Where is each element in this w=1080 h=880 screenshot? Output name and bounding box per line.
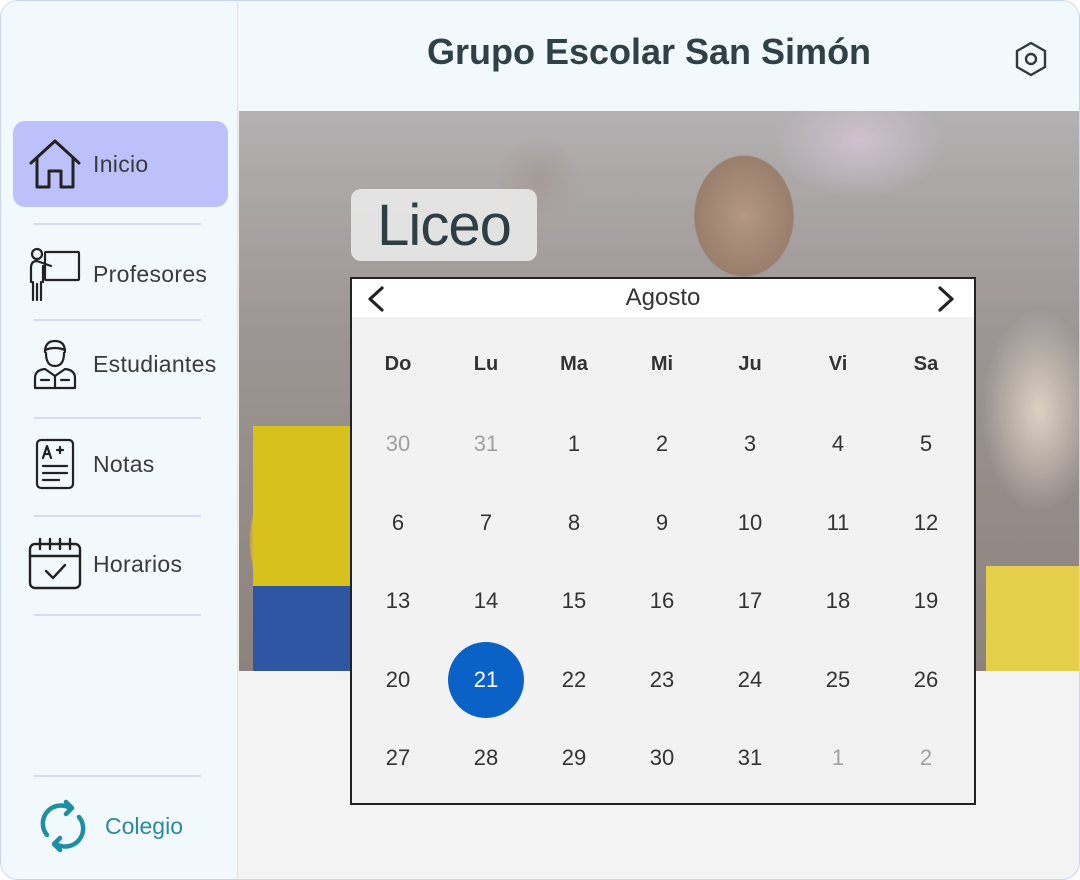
chevron-right-icon bbox=[938, 286, 954, 312]
sidebar-item-estudiantes[interactable]: Estudiantes bbox=[13, 321, 228, 407]
flag-decoration bbox=[253, 586, 353, 671]
calendar-day[interactable]: 31 bbox=[448, 406, 524, 482]
calendar-day[interactable]: 15 bbox=[536, 563, 612, 639]
settings-hexagon-icon bbox=[1015, 41, 1047, 77]
divider bbox=[34, 614, 201, 616]
calendar-day[interactable]: 13 bbox=[360, 563, 436, 639]
sidebar-item-label: Horarios bbox=[93, 550, 183, 577]
calendar-day[interactable]: 22 bbox=[536, 642, 612, 718]
weekday-label: Ju bbox=[738, 353, 762, 375]
calendar-day[interactable]: 3 bbox=[712, 406, 788, 482]
settings-button[interactable] bbox=[1011, 39, 1051, 79]
calendar-day[interactable]: 9 bbox=[624, 485, 700, 561]
calendar-day[interactable]: 10 bbox=[712, 485, 788, 561]
calendar-day[interactable]: 16 bbox=[624, 563, 700, 639]
next-month-button[interactable] bbox=[928, 281, 964, 317]
divider bbox=[34, 515, 201, 517]
calendar-day[interactable]: 14 bbox=[448, 563, 524, 639]
switch-colegio-button[interactable]: Colegio bbox=[31, 791, 221, 861]
sidebar-item-inicio[interactable]: Inicio bbox=[13, 121, 228, 207]
calendar-day[interactable]: 28 bbox=[448, 720, 524, 796]
app-window: Inicio Profesores Estudiantes Notas Hora… bbox=[0, 0, 1080, 880]
bottom-item-label: Colegio bbox=[105, 812, 183, 839]
calendar-day[interactable]: 7 bbox=[448, 485, 524, 561]
calendar-day-selected[interactable]: 21 bbox=[448, 641, 524, 718]
divider bbox=[34, 223, 201, 225]
calendar-day[interactable]: 20 bbox=[360, 642, 436, 718]
calendar-day[interactable]: 24 bbox=[712, 642, 788, 718]
switch-refresh-icon bbox=[31, 794, 95, 858]
calendar-day[interactable]: 4 bbox=[800, 406, 876, 482]
calendar-day[interactable]: 27 bbox=[360, 720, 436, 796]
calendar-day[interactable]: 6 bbox=[360, 485, 436, 561]
sidebar-item-notas[interactable]: Notas bbox=[13, 421, 228, 507]
sidebar: Inicio Profesores Estudiantes Notas Hora… bbox=[1, 1, 238, 879]
calendar-day[interactable]: 31 bbox=[712, 720, 788, 796]
calendar-day[interactable]: 26 bbox=[888, 642, 964, 718]
calendar-day[interactable]: 23 bbox=[624, 642, 700, 718]
weekday-label: Lu bbox=[473, 353, 499, 375]
top-header: Grupo Escolar San Simón bbox=[239, 1, 1079, 111]
calendar-day[interactable]: 2 bbox=[888, 720, 964, 796]
weekday-label: Ma bbox=[560, 353, 588, 375]
flag-decoration bbox=[986, 566, 1079, 671]
calendar-day[interactable]: 8 bbox=[536, 485, 612, 561]
weekday-label: Do bbox=[384, 353, 412, 375]
teacher-icon bbox=[23, 242, 87, 306]
calendar-day[interactable]: 11 bbox=[800, 485, 876, 561]
sidebar-item-profesores[interactable]: Profesores bbox=[13, 231, 228, 317]
page-title: Grupo Escolar San Simón bbox=[426, 31, 872, 72]
divider bbox=[34, 775, 201, 777]
flag-decoration bbox=[253, 426, 353, 586]
calendar-day[interactable]: 30 bbox=[624, 720, 700, 796]
calendar-header: Agosto bbox=[352, 279, 974, 317]
weekday-label: Vi bbox=[828, 353, 848, 375]
sidebar-item-label: Estudiantes bbox=[93, 350, 217, 377]
calendar-day[interactable]: 12 bbox=[888, 485, 964, 561]
weekday-label: Mi bbox=[650, 353, 674, 375]
home-icon bbox=[23, 132, 87, 196]
weekday-row: Do Lu Ma Mi Ju Vi Sa bbox=[352, 353, 974, 383]
sidebar-item-label: Inicio bbox=[93, 150, 149, 177]
calendar-day[interactable]: 18 bbox=[800, 563, 876, 639]
calendar-check-icon bbox=[23, 532, 87, 596]
calendar-day[interactable]: 17 bbox=[712, 563, 788, 639]
sidebar-item-horarios[interactable]: Horarios bbox=[13, 521, 228, 607]
calendar-day[interactable]: 1 bbox=[800, 720, 876, 796]
weekday-label: Sa bbox=[913, 353, 939, 375]
calendar-day[interactable]: 2 bbox=[624, 406, 700, 482]
calendar-day[interactable]: 29 bbox=[536, 720, 612, 796]
badge-label: Liceo bbox=[377, 192, 512, 258]
calendar-day[interactable]: 19 bbox=[888, 563, 964, 639]
divider bbox=[34, 417, 201, 419]
calendar-day[interactable]: 5 bbox=[888, 406, 964, 482]
student-icon bbox=[23, 332, 87, 396]
calendar: Agosto Do Lu Ma Mi Ju Vi Sa 30 31 1 2 3 4 5 6 7 8 9 10 11 1… bbox=[350, 277, 976, 805]
calendar-month-label: Agosto bbox=[625, 284, 701, 311]
sidebar-item-label: Profesores bbox=[93, 260, 208, 287]
calendar-day[interactable]: 1 bbox=[536, 406, 612, 482]
grades-icon bbox=[23, 432, 87, 496]
liceo-badge: Liceo bbox=[351, 189, 537, 261]
sidebar-item-label: Notas bbox=[93, 450, 155, 477]
calendar-day[interactable]: 30 bbox=[360, 406, 436, 482]
calendar-day[interactable]: 25 bbox=[800, 642, 876, 718]
